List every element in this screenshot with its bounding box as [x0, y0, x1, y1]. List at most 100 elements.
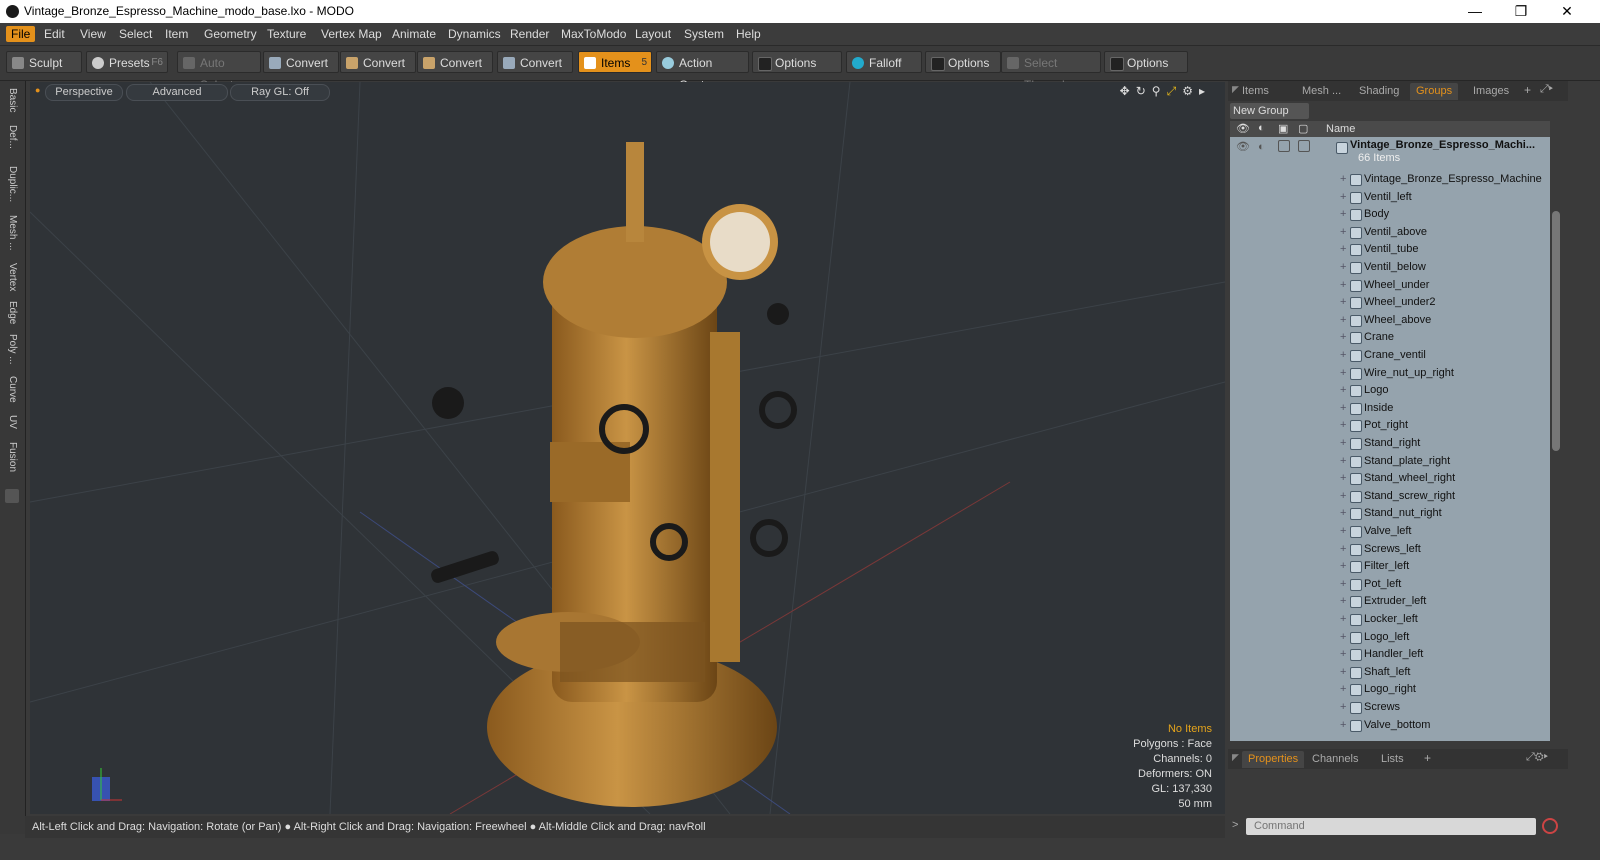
- menu-texture[interactable]: Texture: [262, 26, 311, 42]
- tab-shading[interactable]: Shading: [1359, 83, 1399, 100]
- list-item[interactable]: + Valve_left: [1230, 523, 1550, 540]
- panel-settings-icon[interactable]: ⤢⚙▸: [1526, 751, 1548, 764]
- add-tab-icon[interactable]: +: [1524, 83, 1531, 97]
- expand-icon[interactable]: +: [1340, 699, 1346, 716]
- expand-icon[interactable]: +: [1340, 347, 1346, 364]
- expand-icon[interactable]: +: [1340, 470, 1346, 487]
- tab-properties[interactable]: Properties: [1242, 751, 1305, 768]
- convert-button-1[interactable]: Convert: [263, 51, 339, 73]
- rotate-view-icon[interactable]: ↻: [1136, 84, 1152, 98]
- new-group-button[interactable]: New Group: [1230, 103, 1309, 119]
- menu-layout[interactable]: Layout: [630, 26, 676, 42]
- expand-icon[interactable]: +: [1340, 681, 1346, 698]
- list-item[interactable]: + Stand_plate_right: [1230, 453, 1550, 470]
- expand-icon[interactable]: +: [1340, 453, 1346, 470]
- expand-icon[interactable]: +: [1340, 329, 1346, 346]
- menu-help[interactable]: Help: [731, 26, 766, 42]
- list-item[interactable]: + Stand_wheel_right: [1230, 470, 1550, 487]
- expand-icon[interactable]: +: [1340, 505, 1346, 522]
- expand-icon[interactable]: +: [1340, 664, 1346, 681]
- panel-menu-icon[interactable]: ◤: [1232, 84, 1239, 95]
- scrollbar-thumb[interactable]: [1552, 211, 1560, 451]
- lock-toggle-icon[interactable]: [1278, 140, 1290, 152]
- list-item[interactable]: + Vintage_Bronze_Espresso_Machine: [1230, 171, 1550, 188]
- sculpt-button[interactable]: Sculpt: [6, 51, 82, 73]
- tab-basic[interactable]: Basic: [2, 85, 22, 115]
- list-item[interactable]: + Wheel_under2: [1230, 294, 1550, 311]
- falloff-button[interactable]: Falloff: [846, 51, 922, 73]
- list-item[interactable]: + Body: [1230, 206, 1550, 223]
- options-button-3[interactable]: Options: [1104, 51, 1188, 73]
- list-item[interactable]: + Valve_bottom: [1230, 717, 1550, 734]
- menu-select[interactable]: Select: [114, 26, 157, 42]
- expand-icon[interactable]: +: [1340, 206, 1346, 223]
- tab-channels[interactable]: Channels: [1312, 751, 1358, 768]
- expand-icon[interactable]: +: [1340, 241, 1346, 258]
- menu-geometry[interactable]: Geometry: [199, 26, 262, 42]
- add-tab-icon[interactable]: +: [1424, 751, 1431, 765]
- tab-polygon[interactable]: Poly ...: [2, 331, 22, 367]
- expand-icon[interactable]: +: [1340, 171, 1346, 188]
- menu-render[interactable]: Render: [505, 26, 554, 42]
- viewport-settings-icon[interactable]: ⚙: [1182, 84, 1199, 98]
- expand-icon[interactable]: +: [1340, 294, 1346, 311]
- minimize-button[interactable]: —: [1452, 0, 1498, 23]
- expand-icon[interactable]: +: [1340, 646, 1346, 663]
- expand-icon[interactable]: +: [1340, 611, 1346, 628]
- perspective-dropdown[interactable]: Perspective: [45, 84, 123, 101]
- tab-lists[interactable]: Lists: [1381, 751, 1404, 768]
- list-item[interactable]: + Stand_screw_right: [1230, 488, 1550, 505]
- tab-mesh[interactable]: Mesh ...: [2, 211, 22, 255]
- tab-images[interactable]: Images: [1473, 83, 1509, 100]
- maximize-button[interactable]: ❐: [1498, 0, 1544, 23]
- list-item[interactable]: + Stand_right: [1230, 435, 1550, 452]
- menu-file[interactable]: File: [6, 26, 36, 42]
- list-item[interactable]: + Screws_left: [1230, 541, 1550, 558]
- tab-vertex[interactable]: Vertex: [2, 259, 22, 295]
- record-icon[interactable]: [1542, 818, 1558, 834]
- presets-button[interactable]: Presets F6: [86, 51, 168, 73]
- tab-curve[interactable]: Curve: [2, 371, 22, 407]
- list-item[interactable]: + Ventil_tube: [1230, 241, 1550, 258]
- options-button-1[interactable]: Options: [752, 51, 842, 73]
- menu-maxtomodo[interactable]: MaxToModo: [556, 26, 631, 42]
- list-item[interactable]: + Stand_nut_right: [1230, 505, 1550, 522]
- menu-system[interactable]: System: [679, 26, 729, 42]
- menu-item[interactable]: Item: [160, 26, 193, 42]
- list-item[interactable]: + Ventil_below: [1230, 259, 1550, 276]
- expand-icon[interactable]: +: [1340, 435, 1346, 452]
- panel-menu-icon[interactable]: ◤: [1232, 752, 1239, 763]
- expand-icon[interactable]: +: [1340, 488, 1346, 505]
- ray-gl-toggle[interactable]: Ray GL: Off: [230, 84, 330, 101]
- expand-icon[interactable]: +: [1340, 312, 1346, 329]
- list-scrollbar[interactable]: [1550, 121, 1562, 741]
- auto-select-button[interactable]: Auto Select: [177, 51, 261, 92]
- list-item[interactable]: + Locker_left: [1230, 611, 1550, 628]
- 3d-viewport[interactable]: ● Perspective Advanced Ray GL: Off ✥↻⚲⤢⚙…: [30, 82, 1225, 814]
- group-row[interactable]: 👁 ◐ Vintage_Bronze_Espresso_Machi... 66 …: [1230, 139, 1550, 169]
- expand-icon[interactable]: +: [1340, 400, 1346, 417]
- tab-mesh[interactable]: Mesh ...: [1302, 83, 1341, 100]
- select-toggle-icon[interactable]: [1298, 140, 1310, 152]
- command-input[interactable]: [1246, 818, 1536, 835]
- expand-tabs-button[interactable]: [5, 489, 19, 503]
- action-center-button[interactable]: Action Center: [656, 51, 749, 92]
- list-item[interactable]: + Screws: [1230, 699, 1550, 716]
- render-toggle-icon[interactable]: ◐: [1258, 139, 1265, 156]
- list-item[interactable]: + Logo_left: [1230, 629, 1550, 646]
- close-button[interactable]: ✕: [1544, 0, 1590, 23]
- tab-edge[interactable]: Edge: [2, 299, 22, 327]
- expand-icon[interactable]: +: [1340, 541, 1346, 558]
- menu-dynamics[interactable]: Dynamics: [443, 26, 506, 42]
- expand-icon[interactable]: +: [1340, 189, 1346, 206]
- tab-uv[interactable]: UV: [2, 411, 22, 433]
- list-item[interactable]: + Crane_ventil: [1230, 347, 1550, 364]
- expand-icon[interactable]: +: [1340, 382, 1346, 399]
- list-item[interactable]: + Crane: [1230, 329, 1550, 346]
- convert-button-2[interactable]: Convert: [340, 51, 416, 73]
- convert-button-4[interactable]: Convert: [497, 51, 573, 73]
- list-item[interactable]: + Wire_nut_up_right: [1230, 365, 1550, 382]
- list-item[interactable]: + Pot_left: [1230, 576, 1550, 593]
- options-button-2[interactable]: Options: [925, 51, 1001, 73]
- list-item[interactable]: + Ventil_above: [1230, 224, 1550, 241]
